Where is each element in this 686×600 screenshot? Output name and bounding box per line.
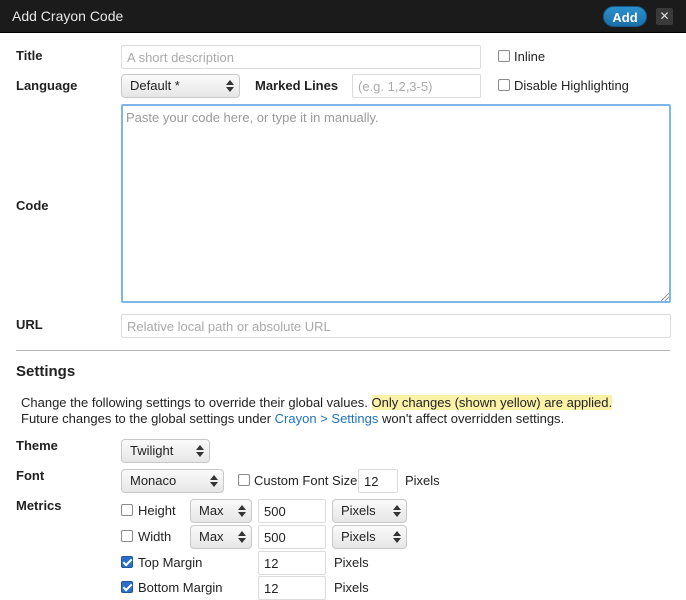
width-unit-select[interactable]: Pixels — [332, 525, 407, 549]
settings-desc-highlight: Only changes (shown yellow) are applied. — [371, 395, 613, 410]
width-checkbox[interactable] — [121, 530, 133, 542]
language-select[interactable]: Default * — [121, 74, 240, 98]
top-margin-label: Top Margin — [138, 555, 203, 570]
inline-checkbox[interactable] — [498, 50, 510, 62]
bottom-margin-unit-label: Pixels — [334, 580, 369, 595]
theme-label: Theme — [16, 438, 58, 453]
height-value-input[interactable] — [258, 499, 326, 523]
height-checkbox[interactable] — [121, 504, 133, 516]
disable-highlighting-checkbox[interactable] — [498, 79, 510, 91]
font-label: Font — [16, 468, 45, 483]
resize-grip-icon[interactable] — [661, 293, 669, 301]
select-arrows-icon — [238, 504, 246, 518]
settings-heading: Settings — [16, 363, 76, 380]
metrics-label: Metrics — [16, 498, 62, 513]
select-arrows-icon — [210, 474, 218, 488]
close-icon[interactable]: ✕ — [656, 8, 673, 25]
crayon-settings-link[interactable]: Crayon > Settings — [275, 411, 379, 426]
font-select[interactable]: Monaco — [121, 469, 224, 493]
marked-lines-label: Marked Lines — [255, 78, 339, 93]
font-size-unit-label: Pixels — [405, 473, 440, 488]
select-arrows-icon — [393, 530, 401, 544]
marked-lines-input[interactable] — [352, 74, 481, 98]
title-input[interactable] — [121, 45, 481, 69]
settings-desc-text: Change the following settings to overrid… — [21, 395, 372, 410]
code-textarea[interactable] — [121, 104, 671, 303]
width-unit-value: Pixels — [341, 529, 376, 544]
settings-desc-text-3: won't affect overridden settings. — [378, 411, 565, 426]
top-margin-checkbox[interactable] — [121, 556, 133, 568]
select-arrows-icon — [393, 504, 401, 518]
code-label: Code — [16, 198, 49, 213]
height-mode-value: Max — [199, 503, 224, 518]
language-select-value: Default * — [130, 78, 180, 93]
width-value-input[interactable] — [258, 525, 326, 549]
inline-label: Inline — [514, 49, 546, 64]
url-label: URL — [16, 317, 43, 332]
width-mode-select[interactable]: Max — [190, 525, 252, 549]
select-arrows-icon — [238, 530, 246, 544]
theme-select-value: Twilight — [130, 443, 174, 458]
title-label: Title — [16, 48, 43, 63]
top-margin-unit-label: Pixels — [334, 555, 369, 570]
select-arrows-icon — [196, 444, 204, 458]
dialog-title: Add Crayon Code — [12, 8, 124, 24]
settings-description-line1: Change the following settings to overrid… — [21, 395, 613, 410]
bottom-margin-label: Bottom Margin — [138, 580, 223, 595]
font-select-value: Monaco — [130, 473, 177, 488]
height-unit-select[interactable]: Pixels — [332, 499, 407, 523]
add-button[interactable]: Add — [603, 6, 647, 27]
custom-font-size-checkbox[interactable] — [238, 474, 250, 486]
settings-description-line2: Future changes to the global settings un… — [21, 411, 564, 426]
width-label: Width — [138, 529, 172, 544]
custom-font-size-label: Custom Font Size — [254, 473, 358, 488]
dialog-titlebar: Add Crayon Code Add ✕ — [0, 0, 686, 33]
height-label: Height — [138, 503, 176, 518]
url-input[interactable] — [121, 314, 671, 338]
settings-desc-text-2: Future changes to the global settings un… — [21, 411, 275, 426]
select-arrows-icon — [226, 79, 234, 93]
disable-highlighting-label: Disable Highlighting — [514, 78, 629, 93]
custom-font-size-input[interactable] — [358, 469, 398, 493]
section-divider — [16, 350, 670, 351]
language-label: Language — [16, 78, 78, 93]
top-margin-input[interactable] — [258, 551, 326, 575]
bottom-margin-checkbox[interactable] — [121, 581, 133, 593]
height-mode-select[interactable]: Max — [190, 499, 252, 523]
theme-select[interactable]: Twilight — [121, 439, 210, 463]
height-unit-value: Pixels — [341, 503, 376, 518]
width-mode-value: Max — [199, 529, 224, 544]
bottom-margin-input[interactable] — [258, 576, 326, 600]
